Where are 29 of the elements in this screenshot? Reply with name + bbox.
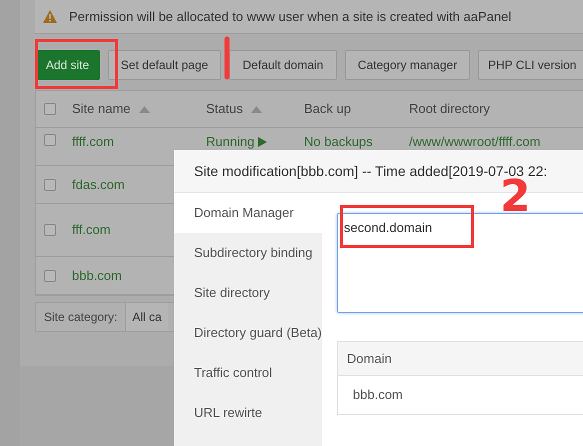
dialog-title: Site modification[bbb.com] -- Time added[2019-07-03 22: [194,162,548,179]
column-header[interactable]: Site name [72,99,131,119]
domain-input[interactable]: second.domain [336,213,583,313]
alert-text: Permission will be allocated to www user when a site is created with aaPanel [69,8,512,26]
checkbox[interactable] [44,134,56,146]
menu-item[interactable]: Domain Manager [174,193,322,233]
column-header: Root directory [409,100,490,118]
checkbox[interactable] [44,178,56,190]
checkbox[interactable] [44,224,56,236]
column-header: Domain [346,350,392,368]
sort-arrow-icon [138,106,150,112]
annotation-number: 2 [500,180,531,214]
status-text[interactable]: Running [206,132,254,152]
backup-link[interactable]: No backups [304,132,409,152]
play-icon [258,136,268,147]
toolbar-button[interactable]: Default domain [229,50,337,80]
checkbox[interactable] [44,103,56,115]
toolbar-button[interactable]: Category manager [345,50,470,80]
sort-arrow-icon [250,106,262,112]
toolbar-button[interactable]: Set default page [108,50,221,80]
toolbar-button[interactable]: PHP CLI version [478,50,583,80]
column-header[interactable]: Status [206,99,243,119]
site-link[interactable]: ffff.com [72,132,206,152]
checkbox[interactable] [44,270,56,282]
table-cell-text: bbb.com [352,386,403,404]
column-header: Back up [304,100,351,118]
add-button[interactable]: Add site [35,50,100,80]
path-link[interactable]: /www/wwwroot/ffff.com [409,132,540,152]
warning-icon [43,10,57,23]
